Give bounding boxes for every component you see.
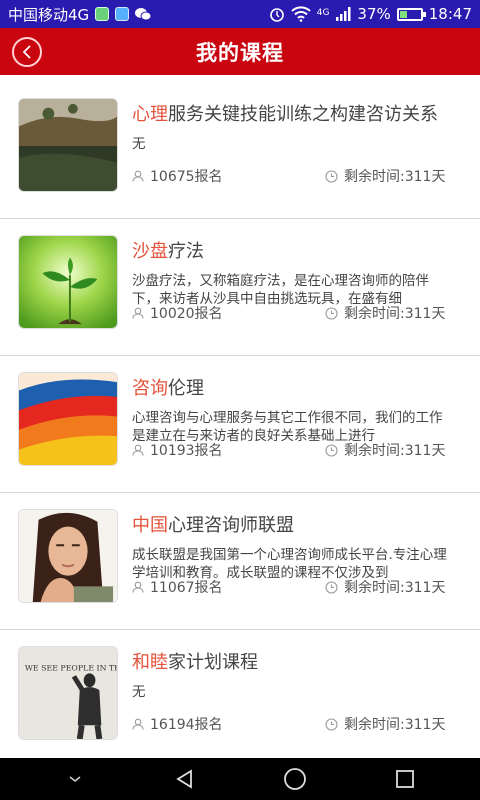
enroll-count: 10675报名 [132,166,223,186]
course-title: 中国心理咨询师联盟 [132,511,470,537]
course-title: 沙盘疗法 [132,237,470,263]
page-title: 我的课程 [196,40,284,65]
clock-icon [325,717,338,731]
course-title-rest: 心理咨询师联盟 [168,515,294,536]
user-icon [132,444,144,456]
course-title-rest: 疗法 [168,241,204,262]
alarm-icon [269,8,284,22]
course-title: 和睦家计划课程 [132,648,470,674]
enroll-text: 16194报名 [150,717,223,733]
paint-strokes-thumbnail [18,372,118,466]
course-item[interactable]: 沙盘疗法 沙盘疗法，又称箱庭疗法，是在心理咨询师的陪伴下，来访者从沙具中自由挑选… [0,219,480,356]
remaining-time: 剩余时间:311天 [325,303,445,323]
course-item[interactable]: WE SEE PEOPLE IN THE C 和睦家计划课程 无 16194报名… [0,630,480,767]
chat-app-icon [115,7,130,21]
course-description: 无 [132,684,146,700]
enroll-text: 11067报名 [150,580,223,596]
course-description: 无 [132,136,146,152]
course-item[interactable]: 咨询伦理 心理咨询与心理服务与其它工作很不同，我们的工作是建立在与来访者的良好关… [0,356,480,493]
back-button[interactable] [12,37,42,67]
course-title-highlight: 沙盘 [132,241,168,262]
network-type: 4G [316,8,330,18]
course-item[interactable]: 中国心理咨询师联盟 成长联盟是我国第一个心理咨询师成长平台.专注心理学培训和教育… [0,493,480,630]
recents-button[interactable] [385,764,425,794]
remaining-text: 剩余时间:311天 [344,580,446,596]
battery-icon [396,7,426,21]
course-title-highlight: 中国 [132,515,168,536]
back-chevron-icon [22,45,31,59]
enroll-text: 10020报名 [150,306,223,322]
user-icon [132,307,144,319]
enroll-count: 10020报名 [132,303,223,323]
course-title-highlight: 和睦 [132,652,168,673]
nav-back-button[interactable] [165,764,205,794]
signal-icon [336,7,351,21]
course-list: 心理服务关键技能训练之构建咨访关系 无 10675报名 剩余时间:311天 沙盘… [0,82,480,767]
seedling-thumbnail [18,235,118,329]
remaining-text: 剩余时间:311天 [344,717,446,733]
remaining-text: 剩余时间:311天 [344,306,446,322]
enroll-count: 16194报名 [132,714,223,734]
hide-keyboard-button[interactable] [55,764,95,794]
enroll-text: 10675报名 [150,169,223,185]
carrier-label: 中国移动4G [8,5,90,24]
app-header: 我的课程 [0,28,480,75]
status-bar: 中国移动4G 4G 37% 18:47 [0,0,480,28]
clock-icon [325,443,338,457]
remaining-time: 剩余时间:311天 [325,714,445,734]
battery-level [399,10,407,18]
user-icon [132,581,144,593]
remaining-text: 剩余时间:311天 [344,443,446,459]
sms-app-icon [95,7,110,21]
enroll-count: 10193报名 [132,440,223,460]
enroll-count: 11067报名 [132,577,223,597]
clock-icon [325,580,338,594]
remaining-text: 剩余时间:311天 [344,169,446,185]
enroll-text: 10193报名 [150,443,223,459]
course-title-rest: 服务关键技能训练之构建咨访关系 [168,104,438,125]
clock-icon [325,169,338,183]
course-title: 心理服务关键技能训练之构建咨访关系 [132,100,470,126]
home-circle-icon [284,768,306,790]
course-title-rest: 伦理 [168,378,204,399]
home-button[interactable] [275,764,315,794]
hide-keyboard-icon [69,776,81,783]
recents-square-icon [396,770,414,788]
remaining-time: 剩余时间:311天 [325,440,445,460]
wall-writing-thumbnail: WE SEE PEOPLE IN THE C [18,646,118,740]
course-title-rest: 家计划课程 [168,652,258,673]
course-title-highlight: 心理 [132,104,168,125]
battery-percent: 37% [357,5,391,23]
clock-icon [325,306,338,320]
wifi-icon [291,6,311,22]
wall-text: WE SEE PEOPLE IN THE C [25,663,117,672]
navigation-bar [0,758,480,800]
remaining-time: 剩余时间:311天 [325,577,445,597]
thinking-woman-thumbnail [18,509,118,603]
course-title: 咨询伦理 [132,374,470,400]
user-icon [132,170,144,182]
back-triangle-icon [176,769,192,789]
landscape-thumbnail [18,98,118,192]
user-icon [132,718,144,730]
remaining-time: 剩余时间:311天 [325,166,445,186]
clock: 18:47 [428,5,472,23]
course-item[interactable]: 心理服务关键技能训练之构建咨访关系 无 10675报名 剩余时间:311天 [0,82,480,219]
course-title-highlight: 咨询 [132,378,168,399]
wechat-icon [135,8,152,21]
